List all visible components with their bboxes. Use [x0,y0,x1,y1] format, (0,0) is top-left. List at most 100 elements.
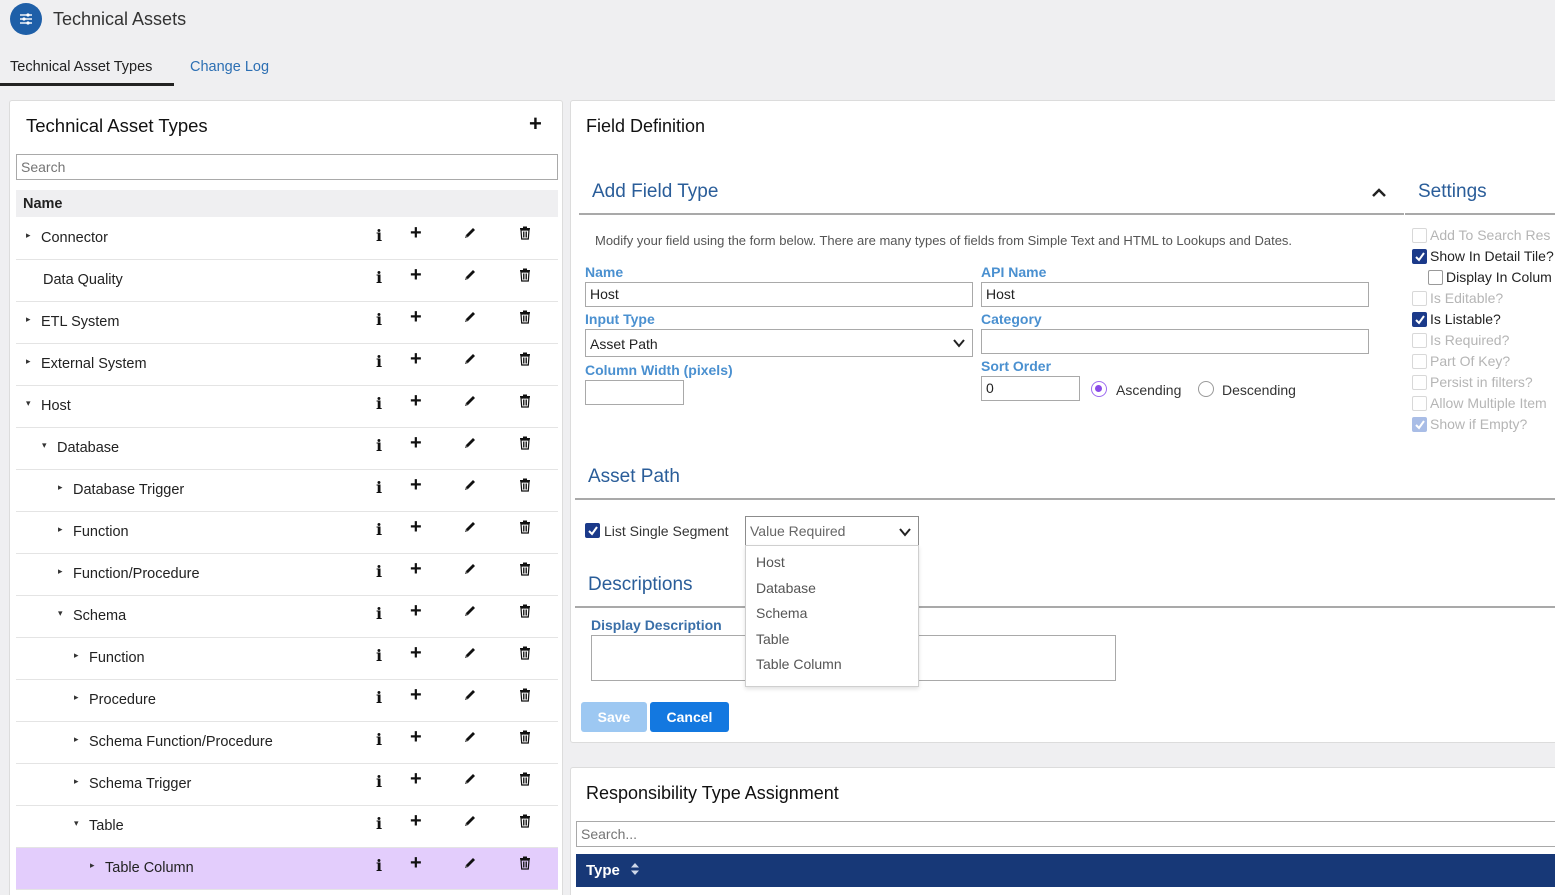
tree-row[interactable]: ▸ Schema Trigger i + [16,764,558,806]
trash-icon[interactable] [519,268,531,286]
caret-right-icon[interactable]: ▸ [58,566,68,577]
info-icon[interactable]: i [376,352,382,371]
add-child-icon[interactable]: + [410,516,422,539]
search-input[interactable] [16,154,558,180]
add-child-icon[interactable]: + [410,852,422,875]
add-child-icon[interactable]: + [410,768,422,791]
info-icon[interactable]: i [376,436,382,455]
tab-change-log[interactable]: Change Log [190,59,269,75]
pencil-icon[interactable] [463,562,477,580]
add-icon[interactable]: + [529,111,542,137]
list-single-segment-checkbox[interactable] [585,523,600,538]
trash-icon[interactable] [519,226,531,244]
info-icon[interactable]: i [376,478,382,497]
caret-down-icon[interactable]: ▾ [42,440,52,451]
setting-checkbox[interactable] [1412,396,1427,411]
api-name-field[interactable]: Host [981,282,1369,307]
caret-right-icon[interactable]: ▸ [74,650,84,661]
add-child-icon[interactable]: + [410,810,422,833]
caret-right-icon[interactable]: ▸ [26,356,36,367]
pencil-icon[interactable] [463,688,477,706]
segment-option[interactable]: Host [746,546,918,572]
tree-row[interactable]: ▸ Function i + [16,638,558,680]
tree-row[interactable]: ▾ Table i + [16,806,558,848]
tree-row[interactable]: Data Quality i + [16,260,558,302]
caret-right-icon[interactable]: ▸ [74,776,84,787]
setting-checkbox[interactable] [1412,354,1427,369]
segment-select[interactable]: Value Required [745,516,919,546]
info-icon[interactable]: i [376,688,382,707]
add-child-icon[interactable]: + [410,684,422,707]
trash-icon[interactable] [519,352,531,370]
trash-icon[interactable] [519,562,531,580]
add-child-icon[interactable]: + [410,264,422,287]
caret-right-icon[interactable]: ▸ [58,524,68,535]
setting-checkbox[interactable] [1428,270,1443,285]
pencil-icon[interactable] [463,730,477,748]
setting-checkbox[interactable] [1412,312,1427,327]
pencil-icon[interactable] [463,352,477,370]
caret-right-icon[interactable]: ▸ [26,230,36,241]
add-child-icon[interactable]: + [410,390,422,413]
tree-row[interactable]: ▸ Table Column i + [16,848,558,890]
name-column-header[interactable]: Name [16,190,558,217]
caret-right-icon[interactable]: ▸ [90,860,100,871]
trash-icon[interactable] [519,394,531,412]
info-icon[interactable]: i [376,520,382,539]
add-child-icon[interactable]: + [410,642,422,665]
chevron-up-icon[interactable] [1369,183,1389,203]
pencil-icon[interactable] [463,856,477,874]
setting-checkbox[interactable] [1412,291,1427,306]
trash-icon[interactable] [519,604,531,622]
caret-right-icon[interactable]: ▸ [74,734,84,745]
info-icon[interactable]: i [376,226,382,245]
trash-icon[interactable] [519,436,531,454]
tree-row[interactable]: ▾ Database i + [16,428,558,470]
segment-option[interactable]: Table [746,623,918,649]
pencil-icon[interactable] [463,478,477,496]
segment-option[interactable]: Table Column [746,648,918,674]
info-icon[interactable]: i [376,310,382,329]
info-icon[interactable]: i [376,646,382,665]
pencil-icon[interactable] [463,310,477,328]
info-icon[interactable]: i [376,730,382,749]
segment-option[interactable]: Schema [746,597,918,623]
pencil-icon[interactable] [463,226,477,244]
add-child-icon[interactable]: + [410,222,422,245]
setting-checkbox[interactable] [1412,417,1427,432]
app-icon[interactable] [10,3,42,35]
save-button[interactable]: Save [581,702,647,732]
tree-row[interactable]: ▸ Schema Function/Procedure i + [16,722,558,764]
input-type-select[interactable]: Asset Path [585,329,973,357]
trash-icon[interactable] [519,730,531,748]
add-child-icon[interactable]: + [410,600,422,623]
info-icon[interactable]: i [376,814,382,833]
caret-right-icon[interactable]: ▸ [58,482,68,493]
add-child-icon[interactable]: + [410,474,422,497]
info-icon[interactable]: i [376,856,382,875]
pencil-icon[interactable] [463,520,477,538]
info-icon[interactable]: i [376,562,382,581]
pencil-icon[interactable] [463,646,477,664]
segment-option[interactable]: Database [746,572,918,598]
category-field[interactable] [981,329,1369,354]
tree-row[interactable]: ▾ Schema i + [16,596,558,638]
setting-checkbox[interactable] [1412,375,1427,390]
add-child-icon[interactable]: + [410,726,422,749]
pencil-icon[interactable] [463,268,477,286]
tree-row[interactable]: ▸ External System i + [16,344,558,386]
add-child-icon[interactable]: + [410,348,422,371]
tree-row[interactable]: ▸ ETL System i + [16,302,558,344]
column-width-field[interactable] [585,380,684,405]
tree-row[interactable]: ▸ Function i + [16,512,558,554]
setting-checkbox[interactable] [1412,228,1427,243]
caret-down-icon[interactable]: ▾ [74,818,84,829]
caret-right-icon[interactable]: ▸ [74,692,84,703]
trash-icon[interactable] [519,520,531,538]
tree-row[interactable]: ▸ Procedure i + [16,680,558,722]
name-field[interactable]: Host [585,282,973,307]
tree-row[interactable]: ▸ Database Trigger i + [16,470,558,512]
info-icon[interactable]: i [376,772,382,791]
caret-down-icon[interactable]: ▾ [58,608,68,619]
sort-order-field[interactable]: 0 [981,376,1080,401]
